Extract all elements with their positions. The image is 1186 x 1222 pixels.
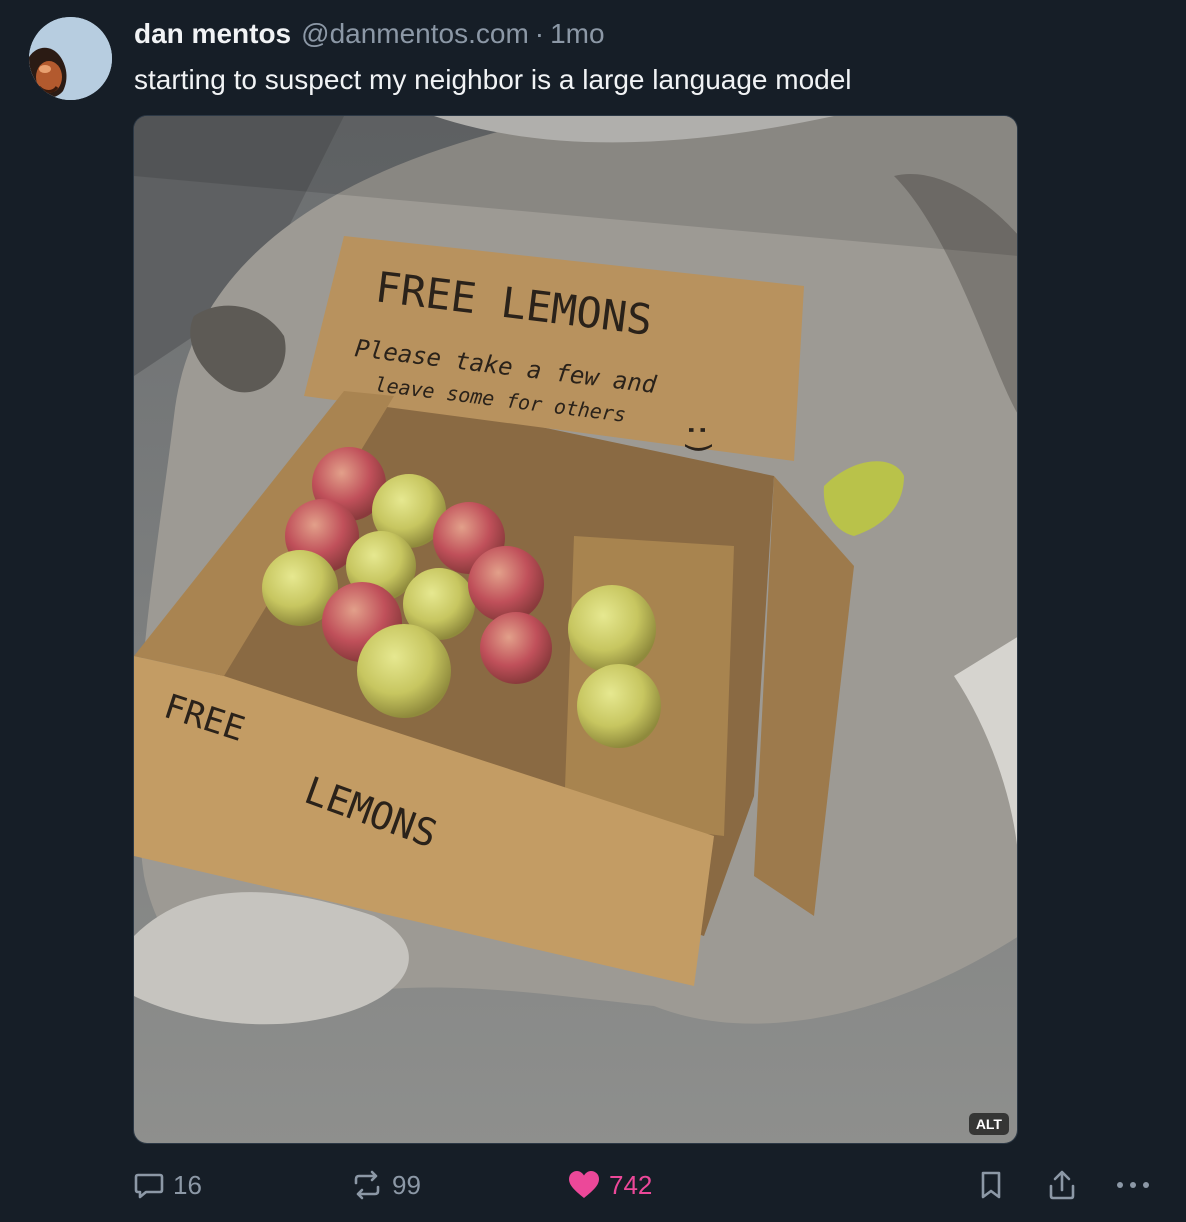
reply-count: 16 [173,1169,202,1200]
heart-icon [567,1169,601,1201]
post-image[interactable]: FREE LEMONS Please take a few and leave … [133,115,1018,1144]
header-separator: · [534,18,545,49]
lemon-box-photo: FREE LEMONS Please take a few and leave … [134,116,1017,1143]
post-actions: 16 99 742 [0,1165,1186,1205]
more-options-button[interactable] [1114,1165,1152,1205]
post-text: starting to suspect my neighbor is a lar… [134,64,852,95]
avatar-image [29,17,112,100]
like-button[interactable]: 742 [567,1165,652,1205]
speech-bubble-icon [133,1169,165,1201]
post-timestamp[interactable]: 1mo [550,16,604,52]
author-handle[interactable]: @danmentos.com [301,16,529,52]
reply-button[interactable]: 16 [133,1165,202,1205]
share-button[interactable] [1045,1165,1079,1205]
avatar[interactable] [29,17,112,100]
author-display-name[interactable]: dan mentos [134,16,291,52]
post-header: dan mentos @danmentos.com · 1mo [134,16,605,52]
repost-count: 99 [392,1169,421,1200]
like-count: 742 [609,1169,653,1200]
repost-button[interactable]: 99 [350,1165,421,1205]
repost-arrows-icon [350,1169,384,1201]
share-icon [1045,1168,1079,1202]
alt-text-badge[interactable]: ALT [968,1113,1009,1135]
sign-smiley: :) [681,421,716,457]
more-dots-icon [1114,1169,1152,1201]
bookmark-icon [975,1169,1007,1201]
bookmark-button[interactable] [975,1165,1007,1205]
